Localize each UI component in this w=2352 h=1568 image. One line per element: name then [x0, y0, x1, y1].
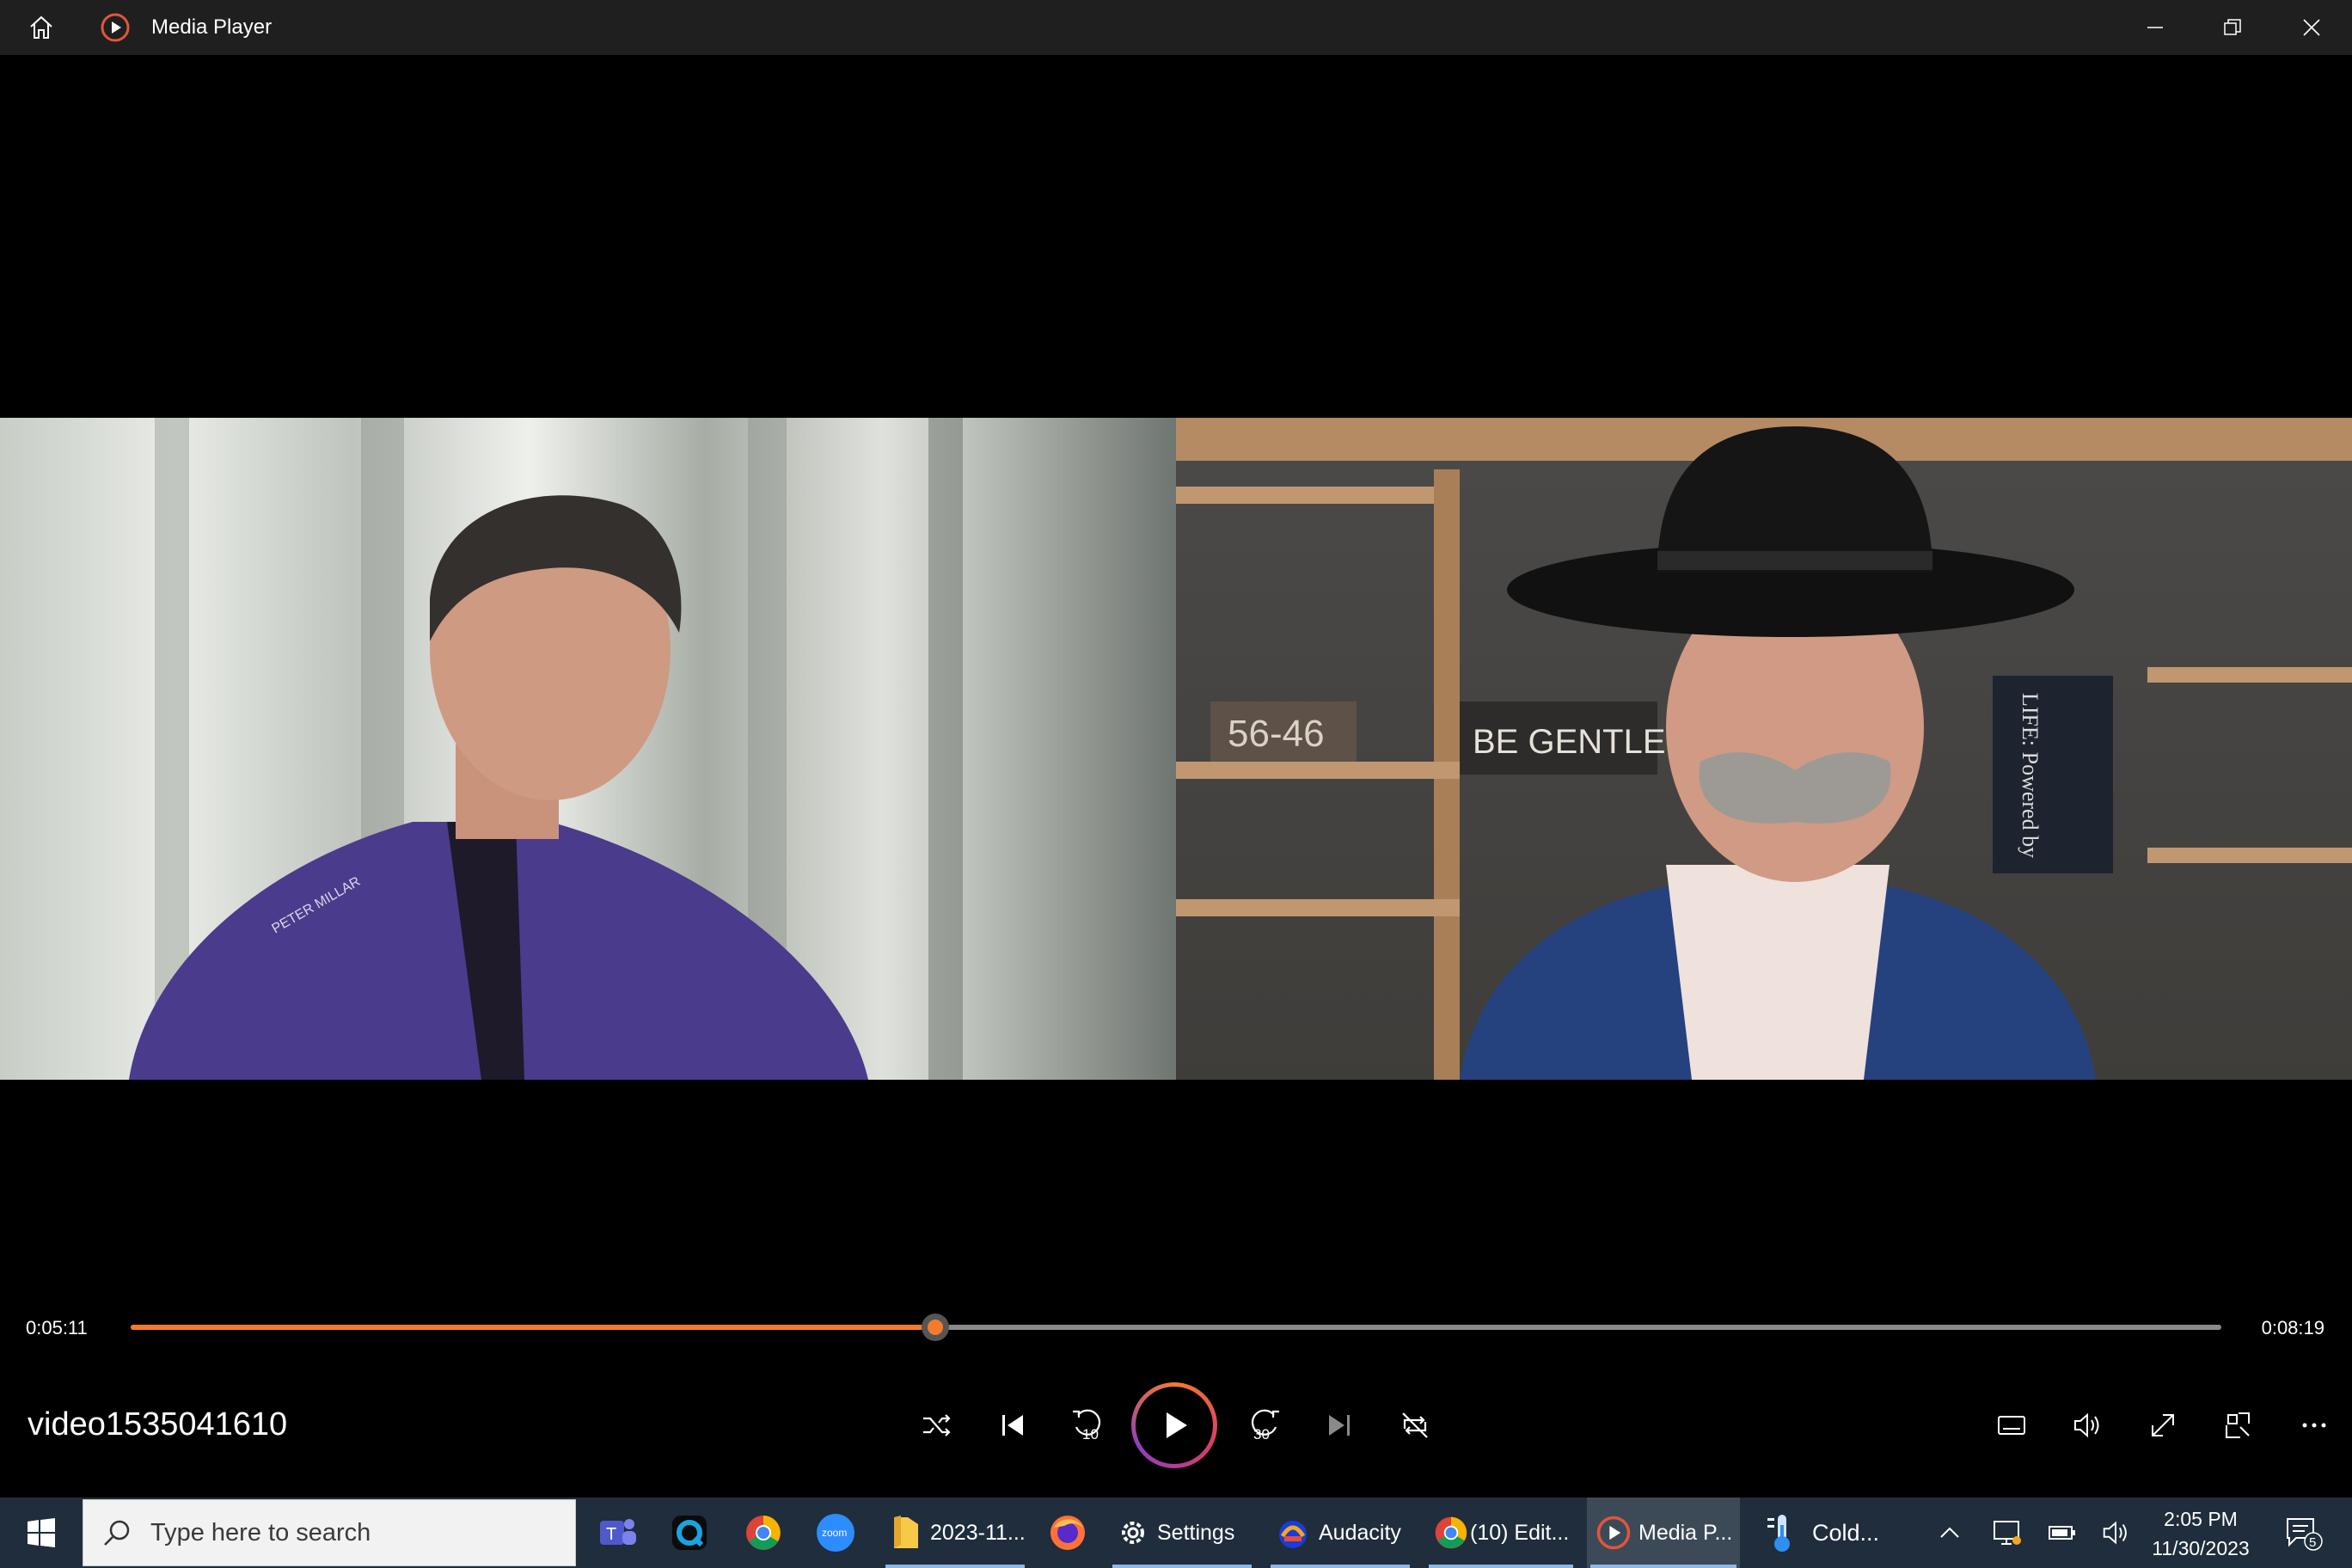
- zoom-label: zoom: [822, 1527, 847, 1539]
- chrome-icon: [1435, 1516, 1467, 1549]
- expand-icon: [2152, 1414, 2174, 1436]
- flag-text: LIFE: Powered by: [2018, 693, 2043, 858]
- skip-back-button[interactable]: 10: [1063, 1398, 1114, 1453]
- running-indicator: [1590, 1565, 1736, 1568]
- gear-icon: [1122, 1522, 1144, 1544]
- quickassist-icon: [672, 1516, 707, 1550]
- audacity-icon: [1279, 1521, 1307, 1548]
- media-player-icon: [1596, 1516, 1631, 1550]
- skip-forward-button[interactable]: 30: [1238, 1398, 1289, 1453]
- teams-icon: T: [600, 1519, 636, 1545]
- thermometer-icon: [1767, 1515, 1790, 1552]
- repeat-icon: [1402, 1412, 1428, 1438]
- search-box[interactable]: Type here to search: [83, 1499, 576, 1566]
- video-title: video1535041610: [28, 1406, 288, 1442]
- seek-thumb[interactable]: [922, 1314, 950, 1341]
- show-hidden-icons-button[interactable]: [1931, 1498, 1969, 1568]
- media-player-icon: [100, 12, 131, 43]
- notification-icon: 5: [2287, 1518, 2323, 1551]
- close-button[interactable]: [2273, 0, 2350, 55]
- more-icon: [2302, 1423, 2326, 1428]
- svg-text:T: T: [606, 1525, 616, 1544]
- chrome-icon: [746, 1516, 781, 1550]
- captions-icon: [1998, 1416, 2025, 1435]
- taskbar-chrome-window[interactable]: (10) Edit...: [1425, 1498, 1577, 1568]
- tray-battery[interactable]: [2041, 1498, 2084, 1568]
- taskbar-audacity[interactable]: Audacity: [1267, 1498, 1413, 1568]
- taskbar: Type here to search T zoom 2023-11... Se…: [0, 1498, 2352, 1568]
- more-options-button[interactable]: [2288, 1398, 2340, 1453]
- firefox-icon: [1050, 1516, 1085, 1550]
- skip-forward-icon: 30: [1251, 1409, 1279, 1442]
- chevron-up-icon: [1940, 1527, 1959, 1538]
- taskbar-item-label: Audacity: [1319, 1520, 1401, 1545]
- taskbar-firefox[interactable]: [1040, 1498, 1095, 1568]
- next-button[interactable]: [1314, 1398, 1365, 1453]
- repeat-button[interactable]: [1389, 1398, 1441, 1453]
- shuffle-icon: [923, 1414, 951, 1436]
- seek-progress: [131, 1325, 936, 1330]
- notification-count: 5: [2309, 1535, 2316, 1550]
- start-button[interactable]: [0, 1498, 83, 1568]
- search-placeholder: Type here to search: [150, 1519, 371, 1547]
- display-icon: [1994, 1521, 2021, 1545]
- taskbar-item-label: Cold...: [1812, 1519, 1880, 1546]
- search-icon: [104, 1520, 130, 1546]
- window-title: Media Player: [151, 15, 273, 39]
- taskbar-weather[interactable]: Cold...: [1754, 1498, 1908, 1568]
- skip-back-label: 10: [1082, 1426, 1099, 1442]
- previous-button[interactable]: [987, 1398, 1038, 1453]
- tray-meet-now[interactable]: [1986, 1498, 2029, 1568]
- minimize-button[interactable]: [2116, 0, 2194, 55]
- taskbar-item-label: Settings: [1157, 1520, 1235, 1545]
- running-indicator: [1429, 1565, 1573, 1568]
- video-frame[interactable]: PETER MILLAR 56-46 BE GENTLE ST. LIFE: P…: [0, 418, 2352, 1080]
- fullscreen-button[interactable]: [2137, 1398, 2189, 1453]
- shuffle-button[interactable]: [911, 1398, 963, 1453]
- previous-icon: [1002, 1415, 1023, 1436]
- taskbar-quickassist[interactable]: [662, 1498, 717, 1568]
- seek-bar[interactable]: [131, 1314, 2221, 1341]
- notification-center-button[interactable]: 5: [2275, 1498, 2331, 1568]
- total-time: 0:08:19: [2261, 1317, 2324, 1338]
- volume-icon: [2074, 1412, 2099, 1438]
- title-bar: Media Player: [0, 0, 2352, 55]
- play-icon: [1167, 1412, 1187, 1438]
- home-icon[interactable]: [24, 12, 58, 43]
- tray-volume[interactable]: [2094, 1498, 2137, 1568]
- running-indicator: [1112, 1565, 1252, 1568]
- taskbar-item-label: Media P...: [1638, 1520, 1733, 1545]
- next-icon: [1329, 1415, 1350, 1436]
- volume-icon: [2103, 1521, 2127, 1545]
- video-participant-right: 56-46 BE GENTLE ST. LIFE: Powered by: [1176, 418, 2352, 1080]
- running-indicator: [885, 1565, 1025, 1568]
- taskbar-item-label: 2023-11...: [930, 1520, 1026, 1545]
- taskbar-teams[interactable]: T: [590, 1498, 645, 1568]
- mini-player-icon: [2226, 1412, 2250, 1438]
- clock-date: 11/30/2023: [2152, 1537, 2250, 1559]
- taskbar-clock[interactable]: 2:05 PM 11/30/2023: [2132, 1504, 2269, 1563]
- restore-button[interactable]: [2194, 0, 2271, 55]
- skip-forward-label: 30: [1253, 1426, 1270, 1442]
- windows-icon: [28, 1518, 55, 1547]
- taskbar-settings[interactable]: Settings: [1109, 1498, 1255, 1568]
- skip-back-icon: 10: [1073, 1409, 1101, 1442]
- current-time: 0:05:11: [26, 1317, 88, 1338]
- battery-icon: [2049, 1526, 2075, 1540]
- captions-button[interactable]: [1986, 1398, 2037, 1453]
- zoom-icon: zoom: [817, 1514, 854, 1552]
- video-participant-left: PETER MILLAR: [0, 418, 1176, 1080]
- clock-time: 2:05 PM: [2164, 1508, 2238, 1530]
- plate-text: 56-46: [1228, 713, 1325, 755]
- taskbar-zoom[interactable]: zoom: [808, 1498, 863, 1568]
- taskbar-media-player[interactable]: Media P...: [1587, 1498, 1740, 1568]
- taskbar-explorer[interactable]: 2023-11...: [882, 1498, 1028, 1568]
- taskbar-chrome[interactable]: [736, 1498, 791, 1568]
- play-button[interactable]: [1131, 1382, 1217, 1468]
- taskbar-item-label: (10) Edit...: [1470, 1520, 1570, 1545]
- running-indicator: [1271, 1565, 1410, 1568]
- mini-player-button[interactable]: [2213, 1398, 2264, 1453]
- folder-icon: [894, 1516, 918, 1548]
- volume-button[interactable]: [2061, 1398, 2113, 1453]
